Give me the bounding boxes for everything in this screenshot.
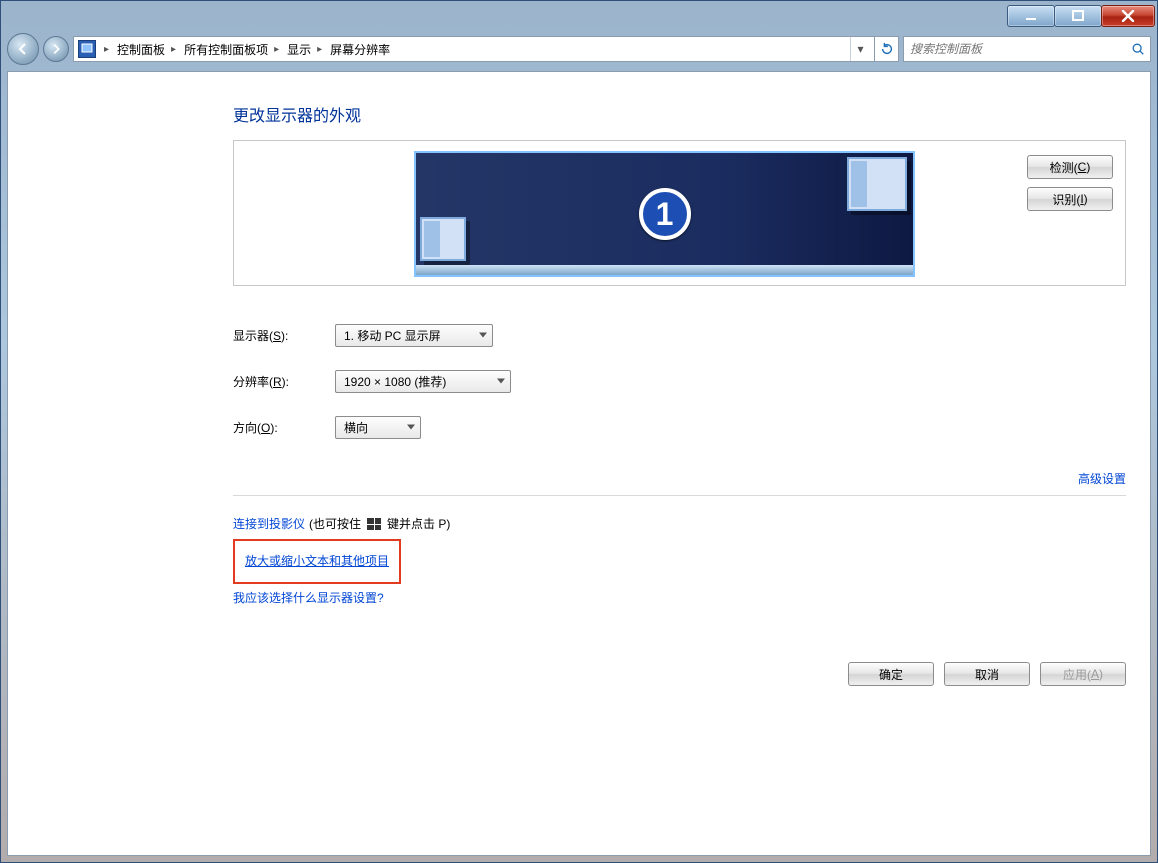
back-button[interactable] <box>7 33 39 65</box>
display-select[interactable]: 1. 移动 PC 显示屏 <box>335 324 493 347</box>
help-links: 连接到投影仪 (也可按住 键并点击 P) 放大或缩小文本和其他项目 我应该选择什… <box>233 510 1126 612</box>
display-select-value: 1. 移动 PC 显示屏 <box>344 327 441 344</box>
orientation-select[interactable]: 横向 <box>335 416 421 439</box>
taskbar-thumb <box>416 265 913 275</box>
resolution-select[interactable]: 1920 × 1080 (推荐) <box>335 370 511 393</box>
address-bar[interactable]: ▸ 控制面板 ▸ 所有控制面板项 ▸ 显示 ▸ 屏幕分辨率 ▾ <box>73 36 875 62</box>
breadcrumb-item[interactable]: 所有控制面板项 <box>184 41 268 58</box>
text-size-link[interactable]: 放大或缩小文本和其他项目 <box>245 554 389 568</box>
nav-bar: ▸ 控制面板 ▸ 所有控制面板项 ▸ 显示 ▸ 屏幕分辨率 ▾ <box>7 31 1151 67</box>
refresh-button[interactable] <box>875 36 899 62</box>
breadcrumb-item[interactable]: 控制面板 <box>117 41 165 58</box>
orientation-select-value: 横向 <box>344 419 368 436</box>
chevron-right-icon: ▸ <box>274 44 279 55</box>
close-button[interactable] <box>1101 5 1155 27</box>
search-icon[interactable] <box>1126 37 1150 61</box>
chevron-right-icon: ▸ <box>171 44 176 55</box>
chevron-down-icon <box>497 379 505 384</box>
window-thumb-icon <box>420 217 466 261</box>
display-preview: 1 检测(C) 识别(I) <box>233 140 1126 286</box>
chevron-right-icon: ▸ <box>317 44 322 55</box>
projector-hint-b: 键并点击 P) <box>387 510 450 539</box>
forward-button[interactable] <box>43 36 69 62</box>
chevron-right-icon: ▸ <box>104 44 109 55</box>
cancel-button[interactable]: 取消 <box>944 662 1030 686</box>
minimize-button[interactable] <box>1007 5 1055 27</box>
dialog-buttons: 确定 取消 应用(A) <box>233 662 1126 686</box>
title-bar <box>1 1 1157 31</box>
apply-button[interactable]: 应用(A) <box>1040 662 1126 686</box>
chevron-down-icon <box>407 425 415 430</box>
search-input[interactable] <box>904 42 1126 56</box>
display-label: 显示器(S): <box>233 327 335 344</box>
connect-projector-link[interactable]: 连接到投影仪 <box>233 510 305 539</box>
orientation-label: 方向(O): <box>233 419 335 436</box>
search-box[interactable] <box>903 36 1151 62</box>
settings-form: 显示器(S): 1. 移动 PC 显示屏 分辨率(R): 1920 × 1080… <box>233 312 1126 450</box>
page-title: 更改显示器的外观 <box>233 102 1126 126</box>
address-dropdown[interactable]: ▾ <box>850 37 870 61</box>
display-number-badge: 1 <box>639 188 691 240</box>
monitor-thumbnail[interactable]: 1 <box>414 151 915 277</box>
ok-button[interactable]: 确定 <box>848 662 934 686</box>
control-panel-icon <box>78 40 96 58</box>
resolution-select-value: 1920 × 1080 (推荐) <box>344 373 446 390</box>
resolution-label: 分辨率(R): <box>233 373 335 390</box>
detect-button[interactable]: 检测(C) <box>1027 155 1113 179</box>
which-settings-link[interactable]: 我应该选择什么显示器设置? <box>233 591 384 605</box>
window-thumb-icon <box>847 157 907 211</box>
advanced-settings-link[interactable]: 高级设置 <box>233 470 1126 496</box>
projector-hint-a: (也可按住 <box>309 510 361 539</box>
chevron-down-icon <box>479 333 487 338</box>
breadcrumb-item[interactable]: 屏幕分辨率 <box>330 41 390 58</box>
control-panel-window: ▸ 控制面板 ▸ 所有控制面板项 ▸ 显示 ▸ 屏幕分辨率 ▾ 更改显示器的外观 1 <box>0 0 1158 863</box>
maximize-button[interactable] <box>1054 5 1102 27</box>
windows-key-icon <box>367 518 381 530</box>
content-area: 更改显示器的外观 1 检测(C) 识别(I) 显示器(S): 1. 移动 PC … <box>7 71 1151 856</box>
identify-button[interactable]: 识别(I) <box>1027 187 1113 211</box>
breadcrumb-item[interactable]: 显示 <box>287 41 311 58</box>
